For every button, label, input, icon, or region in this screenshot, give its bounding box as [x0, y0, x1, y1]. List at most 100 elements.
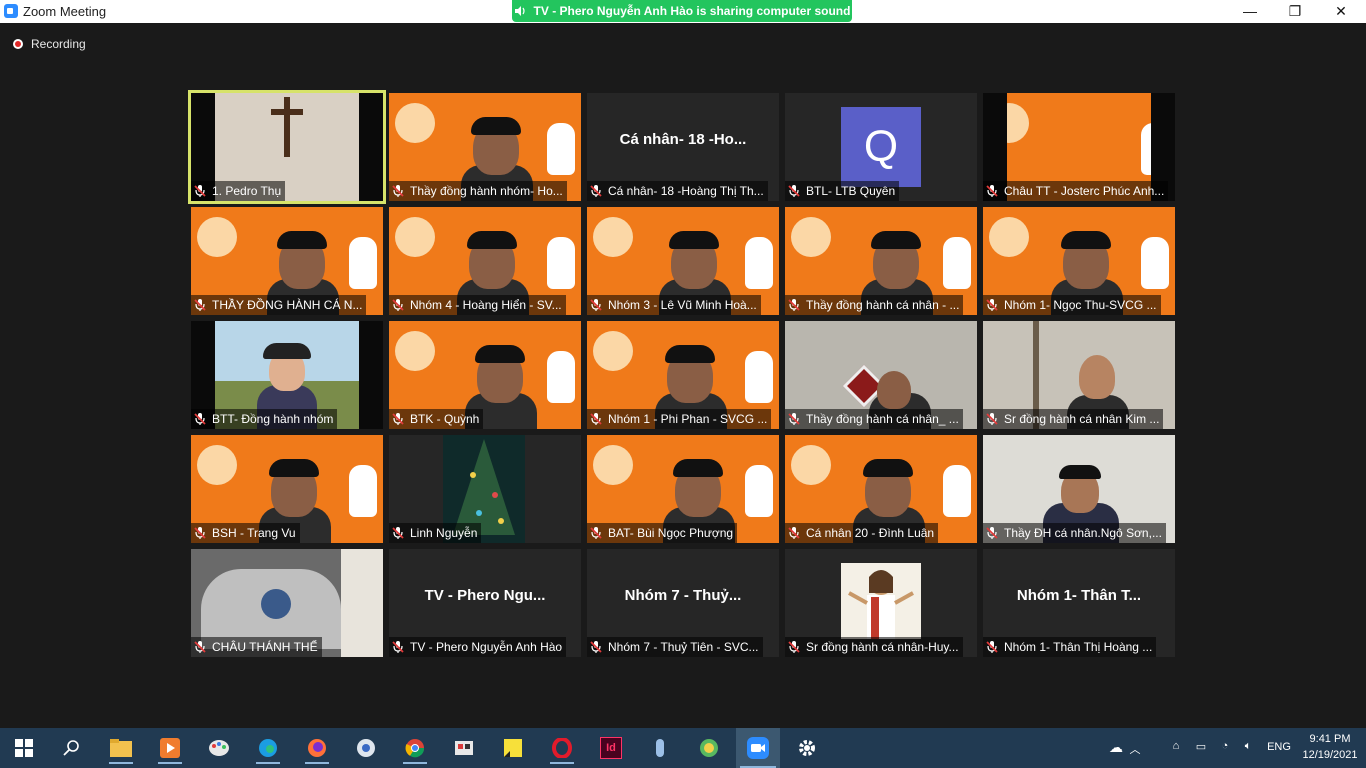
chrome-icon[interactable]	[399, 732, 431, 764]
participant-tile[interactable]: Sr đồng hành cá nhân-Huy...	[785, 549, 977, 657]
participant-name-bar: Nhóm 1 - Phi Phan - SVCG ...	[587, 409, 772, 429]
slide-logo-icon	[395, 217, 435, 257]
participant-tile[interactable]: Sr đồng hành cá nhân Kim ...	[983, 321, 1175, 429]
sharing-sound-banner[interactable]: TV - Phero Nguyễn Anh Hào is sharing com…	[512, 0, 852, 22]
participant-tile[interactable]: BTT- Đồng hành nhóm	[191, 321, 383, 429]
participant-tile[interactable]: Nhóm 7 - Thuỷ... Nhóm 7 - Thuỷ Tiên - SVC…	[587, 549, 779, 657]
slide-hand-icon	[745, 351, 773, 403]
speaker-icon	[514, 6, 525, 16]
participant-name: Nhóm 1- Thân Thị Hoàng ...	[1004, 640, 1153, 654]
slide-logo-icon	[989, 217, 1029, 257]
participant-tile[interactable]: Linh Nguyễn	[389, 435, 581, 543]
indesign-label: Id	[600, 737, 622, 759]
participant-name: BTL- LTB Quyên	[806, 184, 896, 198]
participant-name-bar: Nhóm 1- Ngọc Thu-SVCG ...	[983, 295, 1161, 315]
mic-muted-icon	[392, 299, 404, 311]
participant-name: Nhóm 4 - Hoàng Hiển - SV...	[410, 298, 562, 312]
participant-tile[interactable]: Nhóm 1- Thân T... Nhóm 1- Thân Thị Hoàng …	[983, 549, 1175, 657]
minimize-button[interactable]: —	[1227, 0, 1273, 23]
slide-hand-icon	[349, 237, 377, 289]
battery-icon[interactable]: ▭	[1194, 740, 1208, 753]
participant-tile[interactable]: Nhóm 3 - Lê Vũ Minh Hoà...	[587, 207, 779, 315]
opera-icon[interactable]	[546, 732, 578, 764]
slide-hand-icon	[547, 237, 575, 289]
participant-tile[interactable]: Q BTL- LTB Quyên	[785, 93, 977, 201]
network-icon[interactable]: ⌂	[1168, 740, 1184, 752]
participant-name: 1. Pedro Thụ	[212, 184, 282, 198]
mic-muted-icon	[590, 413, 602, 425]
participant-name: Thầy ĐH cá nhân.Ngô Sơn,...	[1004, 526, 1162, 540]
participant-tile[interactable]: 1. Pedro Thụ	[188, 90, 386, 204]
participant-tile[interactable]: Thầy đồng hành cá nhân - ...	[785, 207, 977, 315]
participant-tile[interactable]: BAT- Bùi Ngọc Phượng	[587, 435, 779, 543]
mic-muted-icon	[194, 413, 206, 425]
language-indicator[interactable]: ENG	[1264, 741, 1294, 753]
participant-tile[interactable]: THẦY ĐỒNG HÀNH CÁ N...	[191, 207, 383, 315]
wifi-icon[interactable]: ◔	[1218, 740, 1232, 752]
participant-tile[interactable]: Thầy ĐH cá nhân.Ngô Sơn,...	[983, 435, 1175, 543]
participant-name-bar: BTK - Quỳnh	[389, 409, 484, 429]
volume-icon[interactable]: 🔈︎	[1240, 740, 1256, 753]
participant-tile[interactable]: Cá nhân- 18 -Ho... Cá nhân- 18 -Hoàng Thị…	[587, 93, 779, 201]
participant-name-bar: Nhóm 4 - Hoàng Hiển - SV...	[389, 295, 566, 315]
mic-muted-icon	[392, 413, 404, 425]
mic-muted-icon	[788, 527, 800, 539]
slide-logo-icon	[395, 103, 435, 143]
media-player-icon[interactable]	[154, 732, 186, 764]
participant-avatar: Q	[841, 107, 921, 187]
participant-tile[interactable]: Nhóm 1- Ngọc Thu-SVCG ...	[983, 207, 1175, 315]
participant-tile[interactable]: Nhóm 1 - Phi Phan - SVCG ...	[587, 321, 779, 429]
participant-name: Nhóm 3 - Lê Vũ Minh Hoà...	[608, 298, 757, 312]
show-hidden-icons[interactable]: ︿	[1128, 741, 1142, 757]
window-title: Zoom Meeting	[23, 4, 107, 19]
slide-hand-icon	[547, 351, 575, 403]
participant-hair	[277, 231, 327, 249]
restore-button[interactable]: ❐	[1272, 0, 1318, 23]
paint-icon[interactable]	[203, 732, 235, 764]
clock-date[interactable]: 12/19/2021	[1298, 749, 1362, 761]
sticky-notes-icon[interactable]	[497, 732, 529, 764]
participant-tile[interactable]: TV - Phero Ngu... TV - Phero Nguyễn Anh H…	[389, 549, 581, 657]
zoom-icon[interactable]	[736, 728, 780, 768]
app4-icon[interactable]	[693, 732, 725, 764]
zoom-app-icon	[4, 4, 18, 18]
participant-tile[interactable]: Nhóm 4 - Hoàng Hiển - SV...	[389, 207, 581, 315]
recording-indicator[interactable]: Recording	[13, 37, 86, 51]
participant-tile[interactable]: Thầy đồng hành cá nhân_ ...	[785, 321, 977, 429]
mic-muted-icon	[590, 185, 602, 197]
participant-center-name: Cá nhân- 18 -Ho...	[619, 131, 747, 148]
participant-name: BAT- Bùi Ngọc Phượng	[608, 526, 734, 540]
settings-icon[interactable]	[791, 732, 823, 764]
firefox-icon[interactable]	[301, 732, 333, 764]
participant-name: TV - Phero Nguyễn Anh Hào	[410, 640, 563, 654]
participant-hair	[467, 231, 517, 249]
clock-time[interactable]: 9:41 PM	[1298, 733, 1362, 745]
participant-name: CHÂU THÁNH THỂ	[212, 640, 318, 654]
search-icon[interactable]	[56, 732, 88, 764]
indesign-icon[interactable]: Id	[595, 732, 627, 764]
weather-icon[interactable]: ☁	[1106, 739, 1126, 756]
participant-tile[interactable]: Châu TT - Josterc Phúc Anh...	[983, 93, 1175, 201]
participant-name-bar: Nhóm 1- Thân Thị Hoàng ...	[983, 637, 1157, 657]
windows-start-icon[interactable]	[8, 732, 40, 764]
participant-name: Cá nhân- 18 -Hoàng Thị Th...	[608, 184, 764, 198]
edge-icon[interactable]	[252, 732, 284, 764]
app-icon[interactable]	[350, 732, 382, 764]
slide-hand-icon	[943, 237, 971, 289]
file-explorer-icon[interactable]	[105, 732, 137, 764]
participant-tile[interactable]: Thầy đồng hành nhóm- Ho...	[389, 93, 581, 201]
participant-name-bar: BSH - Trang Vu	[191, 523, 300, 543]
participant-name-bar: Nhóm 7 - Thuỷ Tiên - SVC...	[587, 637, 763, 657]
participant-tile[interactable]: CHÂU THÁNH THỂ	[191, 549, 383, 657]
app3-icon[interactable]	[644, 732, 676, 764]
participant-name: Cá nhân 20 - Đình Luân	[806, 526, 935, 540]
participant-tile[interactable]: Cá nhân 20 - Đình Luân	[785, 435, 977, 543]
participant-tile[interactable]: BTK - Quỳnh	[389, 321, 581, 429]
mic-muted-icon	[392, 641, 404, 653]
slide-logo-icon	[395, 331, 435, 371]
participant-tile[interactable]: BSH - Trang Vu	[191, 435, 383, 543]
participant-name-bar: Cá nhân 20 - Đình Luân	[785, 523, 939, 543]
app2-icon[interactable]	[448, 732, 480, 764]
participant-name: Thầy đồng hành cá nhân_ ...	[806, 412, 959, 426]
close-button[interactable]: ✕	[1318, 0, 1364, 23]
